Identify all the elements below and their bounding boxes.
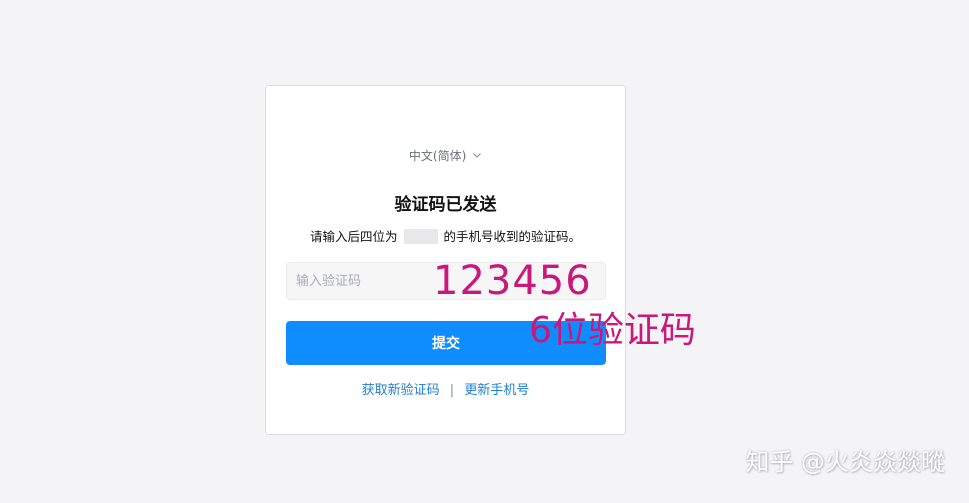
language-label: 中文(简体): [408, 149, 467, 163]
masked-phone-digits: [403, 229, 438, 244]
link-separator: |: [449, 383, 455, 398]
secondary-actions: 获取新验证码 | 更新手机号: [266, 383, 625, 399]
annotation-label-overlay: 6位验证码: [529, 310, 696, 351]
watermark: 知乎 @火炎焱燚暰: [745, 448, 945, 476]
instruction-text-before: 请输入后四位为: [310, 229, 398, 244]
annotation-code-overlay: 123456: [433, 258, 592, 304]
language-selector[interactable]: 中文(简体): [266, 149, 625, 163]
page-title: 验证码已发送: [394, 195, 497, 215]
resend-code-link[interactable]: 获取新验证码: [362, 383, 440, 398]
change-phone-link[interactable]: 更新手机号: [464, 383, 529, 398]
instruction-text-after: 的手机号收到的验证码。: [443, 229, 581, 244]
instruction-text: 请输入后四位为 的手机号收到的验证码。: [266, 229, 625, 245]
chevron-down-icon: [473, 153, 481, 158]
